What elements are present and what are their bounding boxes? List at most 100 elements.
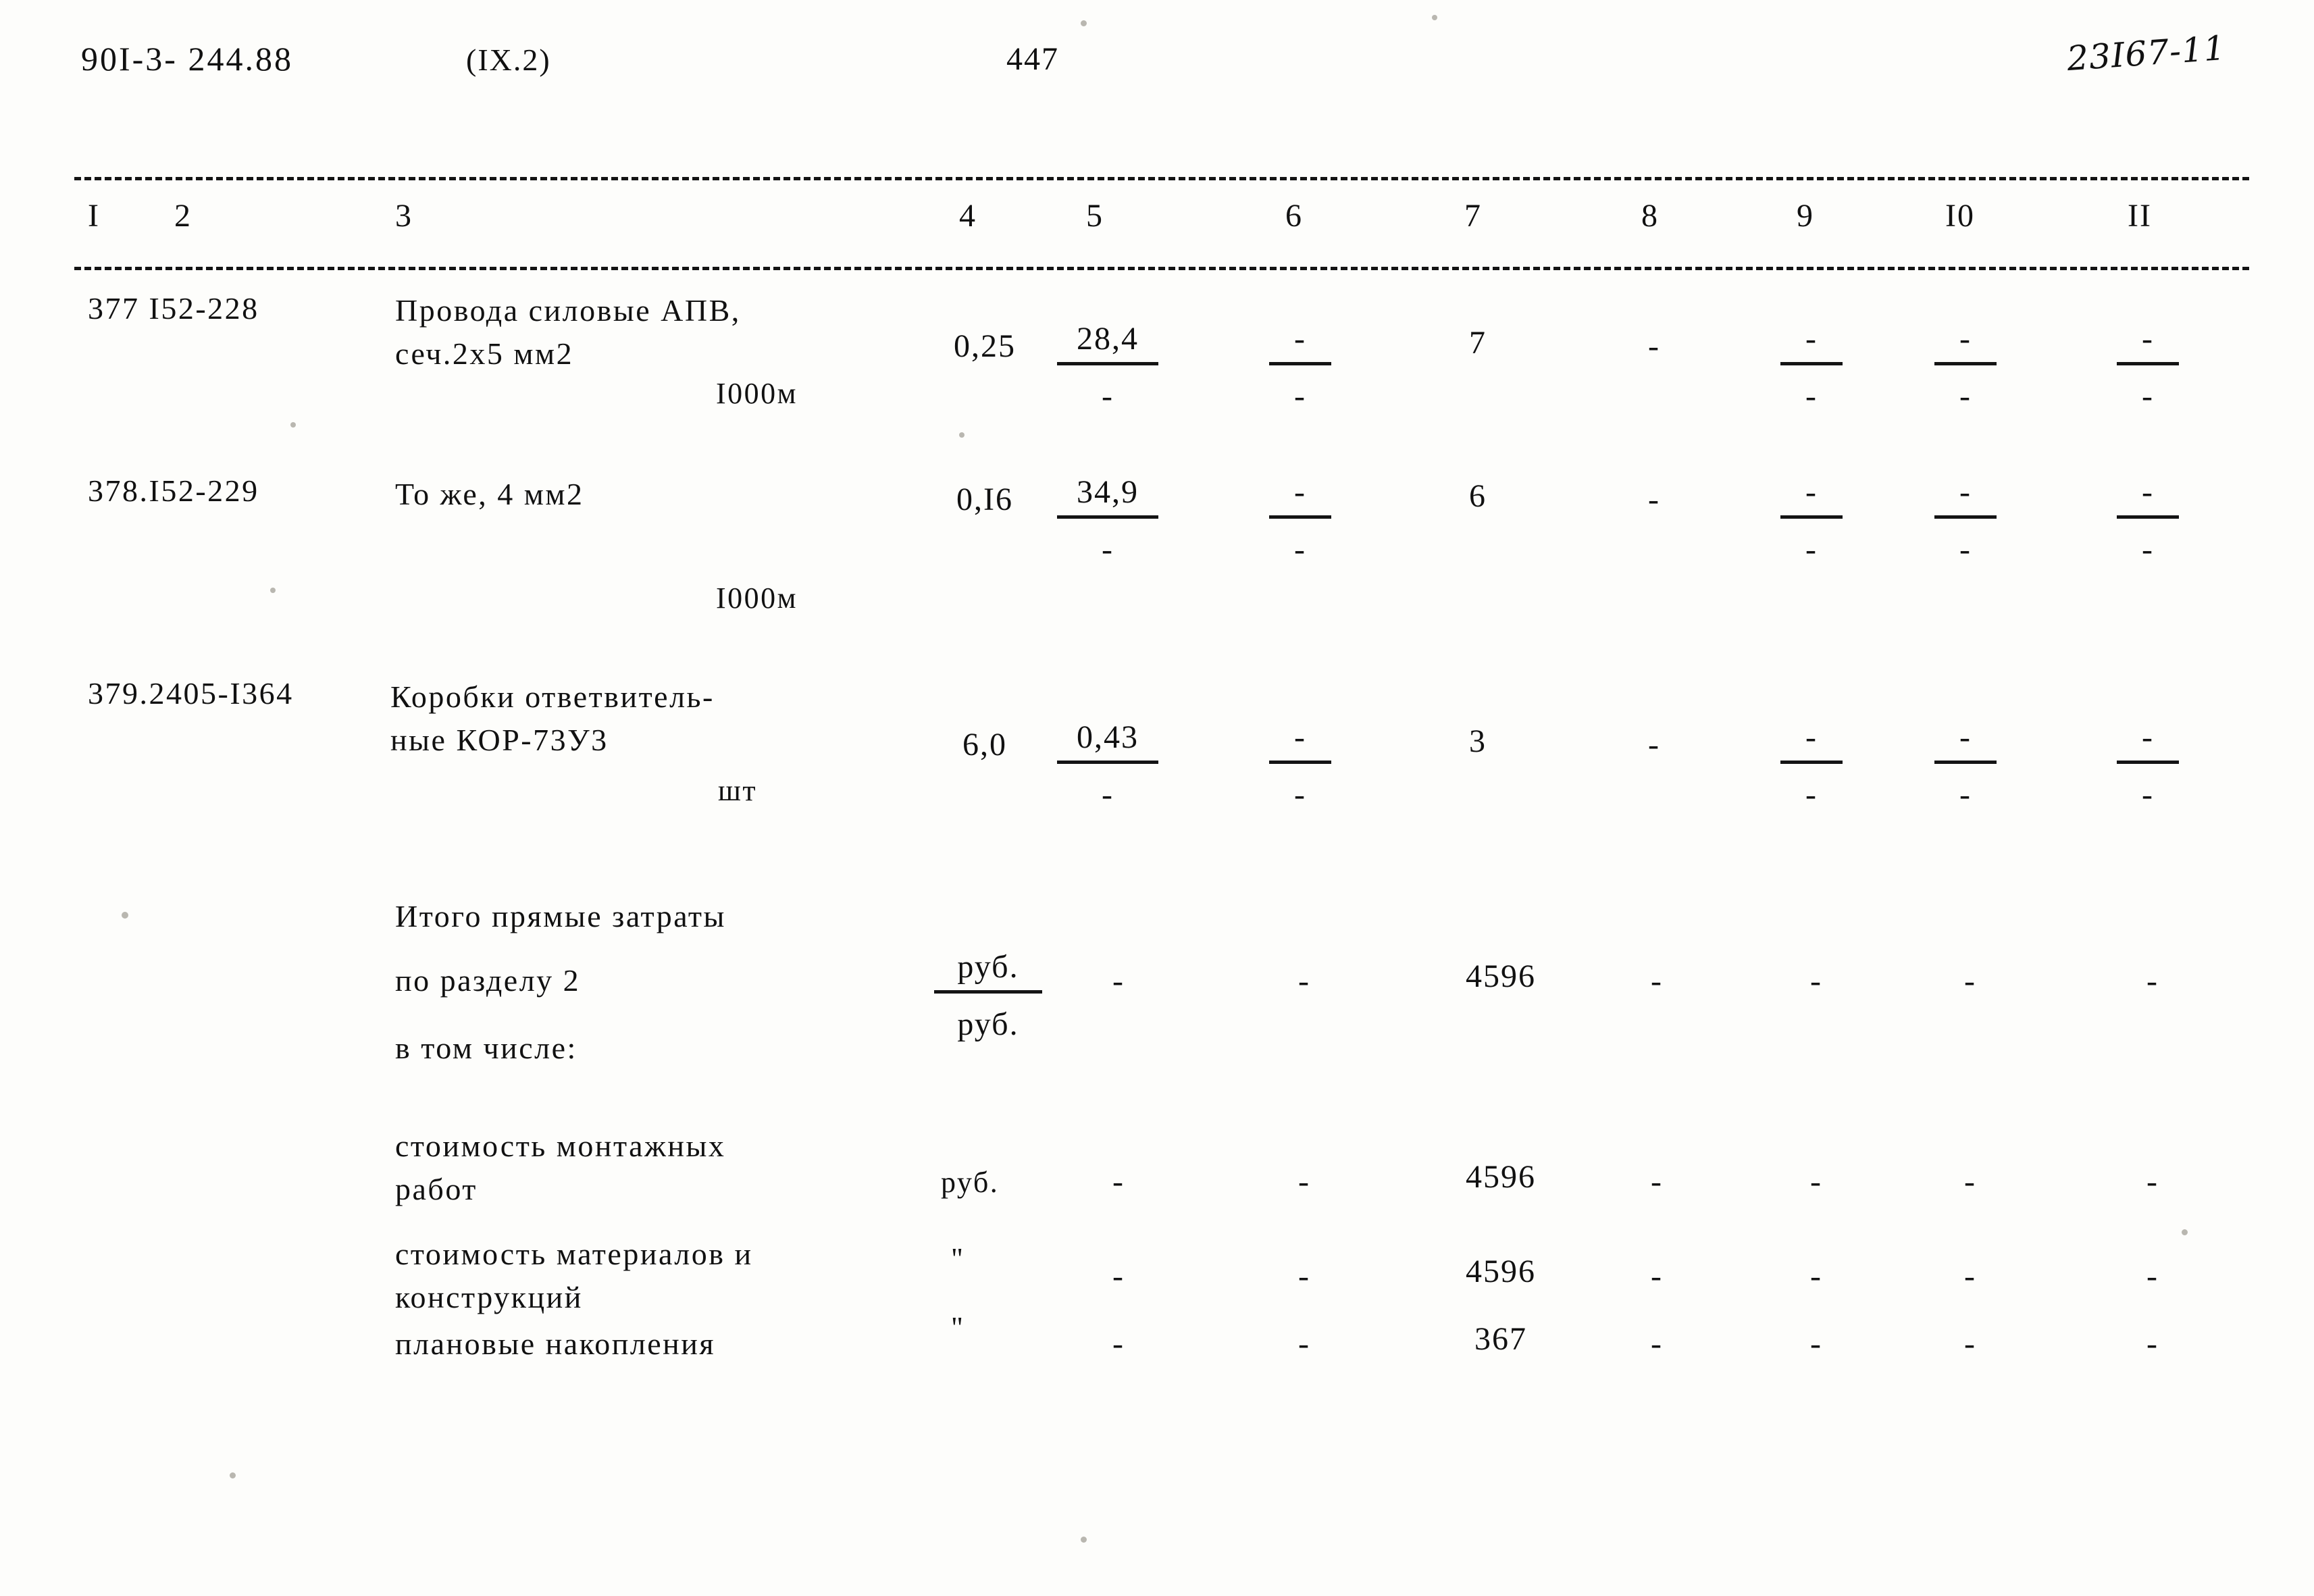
summary-total-col9: - [1810, 963, 1821, 999]
summary-total-unit-fraction: руб. руб. [934, 951, 1042, 1041]
summary-item-label: плановые накопления [395, 1327, 716, 1361]
row-col5-bot: - [1102, 378, 1114, 414]
row-col5-top: 0,43 [1057, 721, 1158, 764]
row-col5-top: 28,4 [1057, 323, 1158, 365]
summary-item-col10: - [1964, 1164, 1975, 1200]
column-header-10: I0 [1945, 198, 1975, 234]
row-col9-fraction: - - [1780, 721, 1843, 811]
summary-item-unit: руб. [941, 1166, 1000, 1199]
row-col6-top: - [1269, 476, 1331, 519]
summary-item-col11: - [2146, 1258, 2157, 1294]
scan-speck [1081, 1537, 1087, 1543]
summary-item-col6: - [1298, 1326, 1309, 1362]
summary-item-col7: 367 [1474, 1321, 1527, 1357]
row-col7-value: 3 [1469, 723, 1487, 759]
row-col10-top: - [1934, 476, 1997, 519]
summary-total-label-line2: по разделу 2 [395, 963, 581, 998]
row-col11-fraction: - - [2117, 721, 2179, 811]
summary-item-col6: - [1298, 1258, 1309, 1294]
row-col10-top: - [1934, 721, 1997, 764]
summary-item-col5: - [1112, 1164, 1123, 1200]
row-unit: шт [718, 774, 758, 807]
row-col10-fraction: - - [1934, 476, 1997, 566]
row-col10-bot: - [1959, 777, 1972, 813]
row-col11-top: - [2117, 323, 2179, 365]
column-header-4: 4 [959, 198, 977, 234]
row-col7-value: 6 [1469, 478, 1487, 514]
row-col8-value: - [1648, 482, 1659, 517]
summary-item-col10: - [1964, 1258, 1975, 1294]
table-top-divider [74, 177, 2249, 180]
row-col6-fraction: - - [1269, 323, 1331, 413]
scan-speck [270, 588, 276, 593]
row-col5-bot: - [1102, 532, 1114, 567]
summary-total-unit-bot: руб. [957, 1006, 1019, 1042]
row-code: 377 I52-228 [88, 291, 259, 326]
row-col6-fraction: - - [1269, 476, 1331, 566]
scan-speck [290, 422, 296, 428]
row-col4-value: 6,0 [962, 727, 1007, 763]
row-col9-top: - [1780, 476, 1843, 519]
column-header-6: 6 [1285, 198, 1303, 234]
summary-item-unit: " [951, 1242, 965, 1275]
row-col5-fraction: 28,4 - [1057, 323, 1158, 413]
summary-item-col7: 4596 [1466, 1159, 1536, 1195]
scan-speck [2182, 1229, 2188, 1235]
row-col6-bot: - [1294, 378, 1306, 414]
row-col4-value: 0,I6 [956, 482, 1013, 517]
summary-item-label: стоимость материалов и конструкций [395, 1237, 753, 1314]
summary-item-col5: - [1112, 1258, 1123, 1294]
row-col9-fraction: - - [1780, 476, 1843, 566]
row-code: 379.2405-I364 [88, 676, 294, 711]
column-header-5: 5 [1086, 198, 1104, 234]
row-col9-bot: - [1805, 777, 1818, 813]
summary-item-col7: 4596 [1466, 1254, 1536, 1289]
scan-speck [230, 1472, 236, 1478]
page-header: 90I-3- 244.88 (IX.2) 447 23I67-11 [0, 27, 2314, 88]
scan-speck [122, 912, 128, 919]
summary-item-col8: - [1651, 1326, 1662, 1362]
summary-total-col6: - [1298, 963, 1309, 999]
row-col7-value: 7 [1469, 325, 1487, 361]
row-col11-fraction: - - [2117, 476, 2179, 566]
row-col10-fraction: - - [1934, 323, 1997, 413]
summary-item-unit: " [951, 1311, 965, 1344]
summary-item-col10: - [1964, 1326, 1975, 1362]
summary-total-col8: - [1651, 963, 1662, 999]
scan-speck [1432, 15, 1437, 20]
column-header-11: II [2128, 198, 2152, 234]
row-description: Провода силовые АПВ, сеч.2х5 мм2 [395, 293, 741, 371]
column-header-2: 2 [174, 198, 192, 234]
summary-item-col8: - [1651, 1164, 1662, 1200]
summary-item-col11: - [2146, 1164, 2157, 1200]
row-description: То же, 4 мм2 [395, 477, 584, 511]
row-col6-top: - [1269, 323, 1331, 365]
handwritten-note: 23I67-11 [2065, 28, 2228, 79]
row-col11-bot: - [2142, 378, 2154, 414]
table-header-divider [74, 267, 2249, 270]
column-header-9: 9 [1797, 198, 1814, 234]
row-col9-bot: - [1805, 378, 1818, 414]
row-col6-bot: - [1294, 777, 1306, 813]
column-header-1: I [88, 198, 100, 234]
summary-total-label-line1: Итого прямые затраты [395, 899, 726, 933]
summary-item-col9: - [1810, 1258, 1821, 1294]
row-unit: I000м [716, 377, 798, 410]
row-code: 378.I52-229 [88, 473, 259, 508]
document-page: 90I-3- 244.88 (IX.2) 447 23I67-11 I 2 3 … [0, 0, 2314, 1596]
row-col5-bot: - [1102, 777, 1114, 813]
summary-item-col9: - [1810, 1164, 1821, 1200]
summary-including-label: в том числе: [395, 1031, 577, 1065]
document-code: 90I-3- 244.88 [81, 40, 293, 78]
row-col11-top: - [2117, 721, 2179, 764]
row-col9-top: - [1780, 721, 1843, 764]
scan-speck [1081, 20, 1087, 26]
summary-item-col8: - [1651, 1258, 1662, 1294]
page-number: 447 [1006, 41, 1059, 77]
row-col4-value: 0,25 [954, 328, 1016, 364]
summary-total-col7: 4596 [1466, 958, 1536, 994]
summary-item-col6: - [1298, 1164, 1309, 1200]
summary-total-unit-top: руб. [934, 951, 1042, 994]
row-col11-bot: - [2142, 532, 2154, 567]
row-col9-bot: - [1805, 532, 1818, 567]
